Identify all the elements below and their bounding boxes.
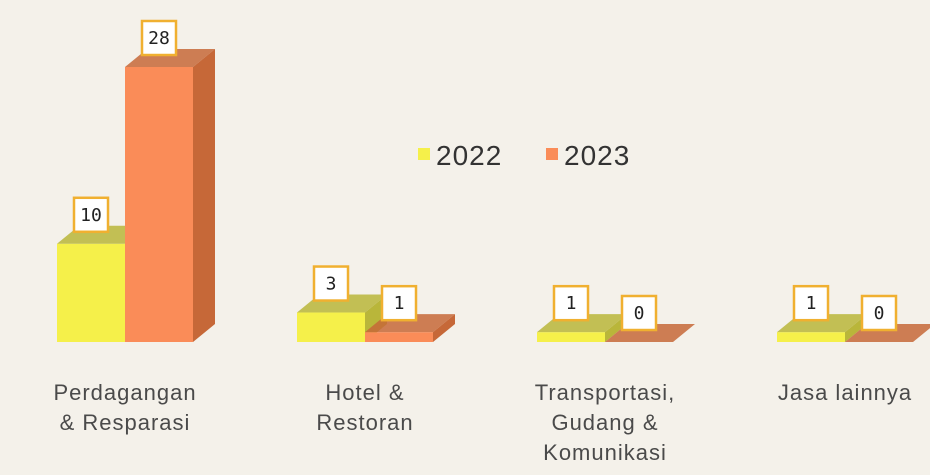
data-label-2023-1: 1 [394, 293, 405, 314]
bar-2022-0-front [57, 243, 125, 342]
data-label-2023-2: 0 [634, 303, 645, 324]
data-label-2022-0: 10 [80, 205, 102, 226]
bar-2023-0-side [193, 49, 215, 342]
data-label-2023-3: 0 [874, 303, 885, 324]
category-label: Komunikasi [543, 440, 667, 465]
data-label-2022-2: 1 [566, 293, 577, 314]
category-label: & Resparasi [60, 410, 191, 435]
data-label-2022-1: 3 [326, 274, 337, 295]
bar-2022-3-front [777, 332, 845, 342]
bar-2022-1-front [297, 312, 365, 342]
category-label: Hotel & [325, 380, 404, 405]
legend-label-2023: 2023 [564, 140, 630, 171]
data-label-2023-0: 28 [148, 28, 170, 49]
data-label-2022-3: 1 [806, 293, 817, 314]
legend-swatch-2022 [418, 148, 430, 160]
category-label: Perdagangan [53, 380, 196, 405]
category-label: Restoran [316, 410, 413, 435]
chart: 1031 1281 0 0Perdagangan& ResparasiHotel &R… [53, 19, 930, 465]
bar-2022-2-front [537, 332, 605, 342]
category-label: Gudang & [551, 410, 658, 435]
bar-2023-0-front [125, 67, 193, 342]
legend-swatch-2023 [546, 148, 558, 160]
category-label: Jasa lainnya [778, 380, 912, 405]
bar-2023-1-front [365, 332, 433, 342]
legend-label-2022: 2022 [436, 140, 502, 171]
category-label: Transportasi, [535, 380, 676, 405]
